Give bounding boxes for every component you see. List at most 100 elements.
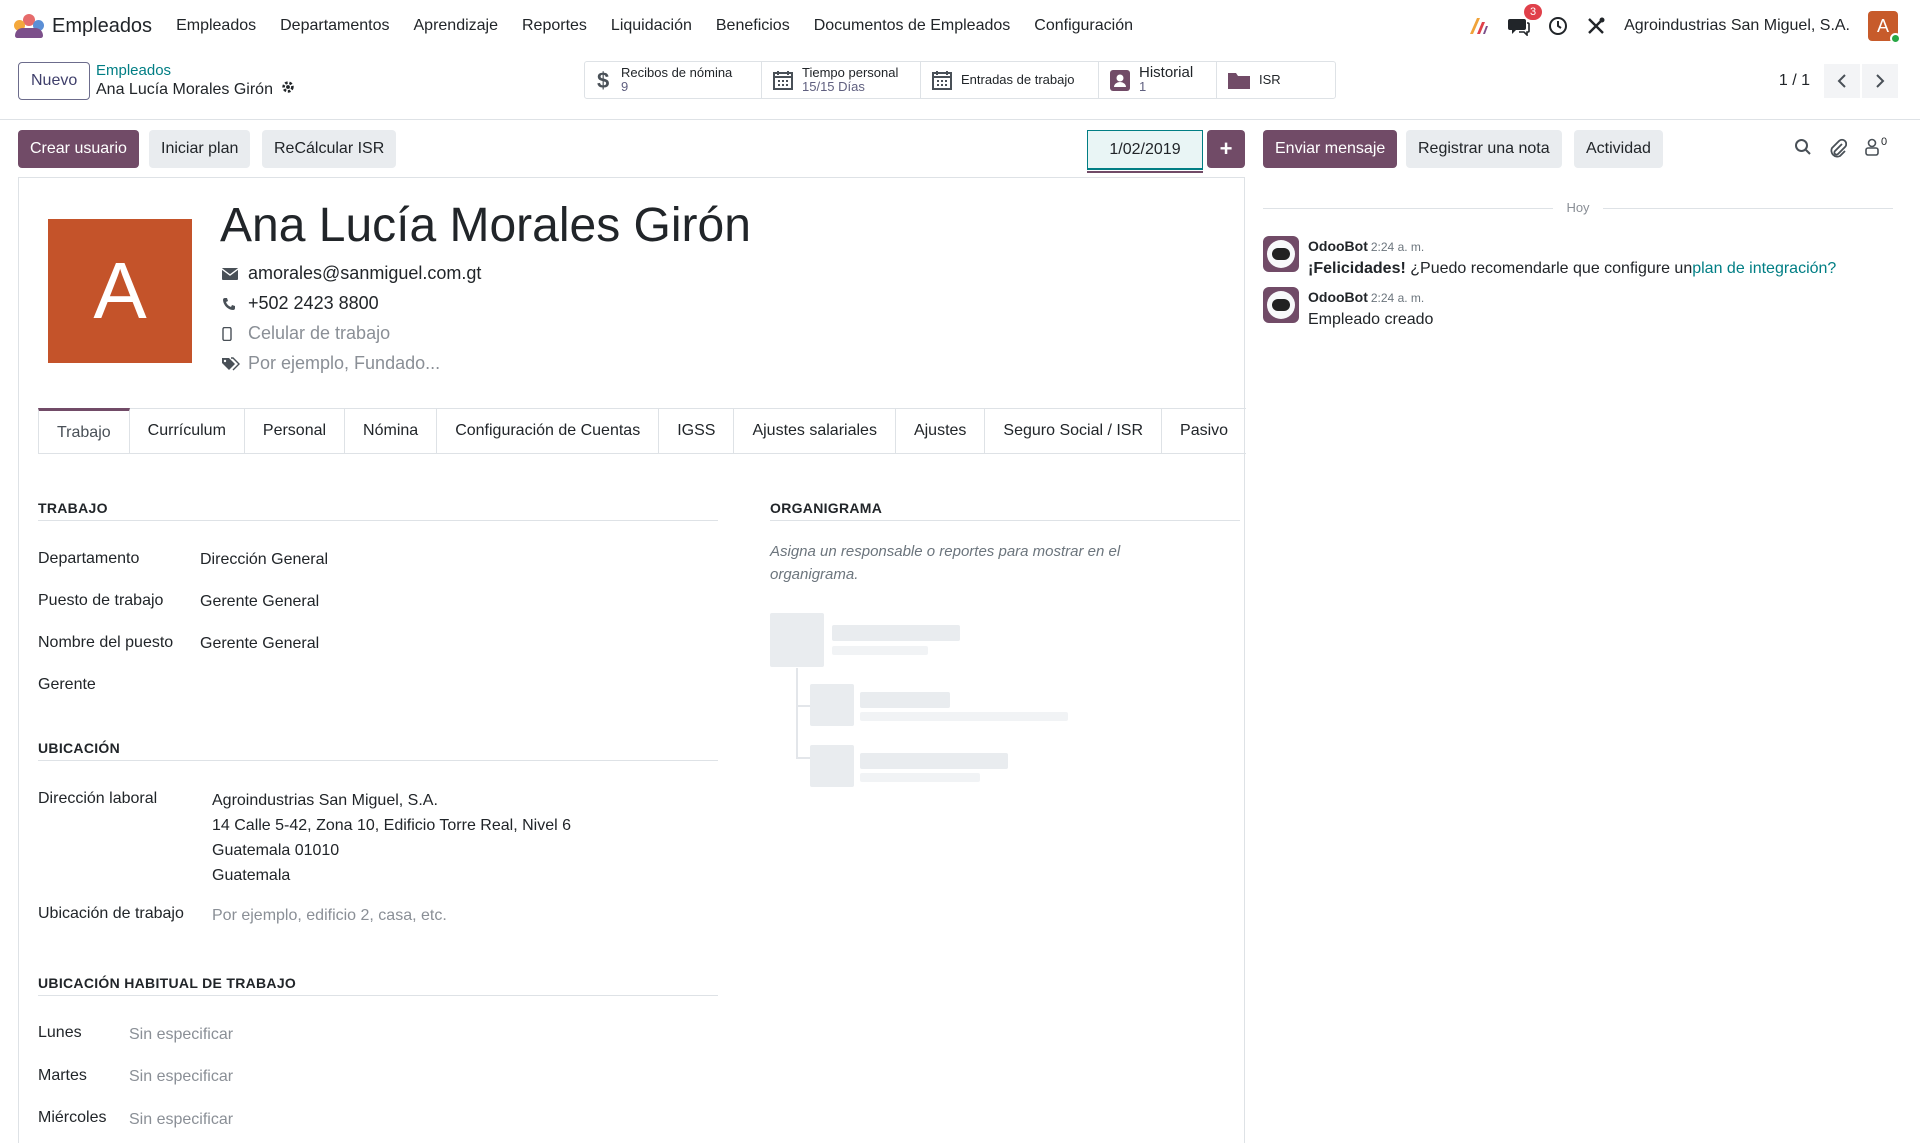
menu-item-departamentos[interactable]: Departamentos <box>268 17 401 35</box>
department-field[interactable]: Dirección General <box>200 551 328 569</box>
job-position-field[interactable]: Gerente General <box>200 593 319 611</box>
tab-pasivo[interactable]: Pasivo <box>1162 408 1246 453</box>
app-name: Empleados <box>52 14 153 37</box>
user-avatar-initial: A <box>1876 15 1889 36</box>
tab-seguro-social-isr[interactable]: Seguro Social / ISR <box>985 408 1163 453</box>
activity-button[interactable]: Actividad <box>1574 130 1663 168</box>
chevron-right-icon <box>1876 74 1885 88</box>
job-title-field[interactable]: Gerente General <box>200 635 319 653</box>
tab-ajustes[interactable]: Ajustes <box>895 408 986 453</box>
messages-icon[interactable]: 3 <box>1508 4 1543 36</box>
employee-avatar[interactable]: A <box>48 219 192 363</box>
breadcrumb-parent[interactable]: Empleados <box>96 62 295 80</box>
pager-previous-button[interactable] <box>1824 64 1860 98</box>
manager-label: Gerente <box>38 676 96 693</box>
tab-trabajo[interactable]: Trabajo <box>38 408 130 453</box>
phone-field[interactable]: +502 2423 8800 <box>248 293 379 314</box>
pager-next-button[interactable] <box>1862 64 1898 98</box>
time-off-smart-button[interactable]: Tiempo personal 15/15 Días <box>762 62 921 98</box>
tab-configuracion-cuentas[interactable]: Configuración de Cuentas <box>437 408 660 453</box>
department-label: Departamento <box>38 550 140 567</box>
history-smart-button[interactable]: Historial 1 <box>1099 62 1217 98</box>
payslips-smart-button[interactable]: $ Recibos de nómina 9 <box>585 62 762 98</box>
history-count: 1 <box>1139 79 1147 94</box>
message-time: 2:24 a. m. <box>1370 291 1425 305</box>
tools-icon[interactable] <box>1586 16 1606 36</box>
menu-item-aprendizaje[interactable]: Aprendizaje <box>402 17 511 35</box>
day-label-monday: Lunes <box>38 1024 82 1041</box>
tab-ajustes-salariales[interactable]: Ajustes salariales <box>734 408 896 453</box>
followers-count: 0 <box>1881 136 1888 148</box>
day-location-wednesday[interactable]: Sin especificar <box>129 1111 233 1129</box>
author-name[interactable]: OdooBot <box>1308 289 1368 305</box>
menu-item-beneficios[interactable]: Beneficios <box>704 17 802 35</box>
recalculate-isr-button[interactable]: ReCálcular ISR <box>262 130 397 168</box>
mobile-field[interactable]: Celular de trabajo <box>248 323 390 344</box>
mobile-icon <box>222 326 244 341</box>
svg-text:$: $ <box>597 68 609 92</box>
work-entries-smart-button[interactable]: Entradas de trabajo <box>921 62 1099 98</box>
date-field[interactable]: 1/02/2019 <box>1087 130 1203 170</box>
breadcrumb-current: Ana Lucía Morales Girón <box>96 80 295 100</box>
app-brand[interactable]: Empleados <box>14 14 152 38</box>
isr-smart-button[interactable]: ISR <box>1217 62 1335 98</box>
employee-name[interactable]: Ana Lucía Morales Girón <box>220 198 751 253</box>
tab-personal[interactable]: Personal <box>244 408 346 453</box>
location-section-title: UBICACIÓN <box>38 740 121 756</box>
gear-icon[interactable] <box>281 80 295 100</box>
log-note-button[interactable]: Registrar una nota <box>1406 130 1562 168</box>
clock-icon[interactable] <box>1548 16 1568 36</box>
email-field[interactable]: amorales@sanmiguel.com.gt <box>248 263 481 284</box>
employee-form-sheet: A Ana Lucía Morales Girón amorales@sanmi… <box>18 177 1246 1143</box>
pager-value[interactable]: 1 / 1 <box>1779 72 1810 90</box>
create-user-button[interactable]: Crear usuario <box>18 130 139 168</box>
add-button[interactable]: + <box>1207 130 1245 168</box>
company-switcher[interactable]: Agroindustrias San Miguel, S.A. <box>1624 17 1850 35</box>
calendar-icon <box>772 69 794 91</box>
address-line: Guatemala <box>212 867 291 884</box>
section-divider <box>770 520 1240 521</box>
day-location-tuesday[interactable]: Sin especificar <box>129 1068 233 1086</box>
paperclip-icon[interactable] <box>1829 138 1847 158</box>
tags-field[interactable]: Por ejemplo, Fundado... <box>248 353 440 374</box>
author-name[interactable]: OdooBot <box>1308 238 1368 254</box>
phone-row: +502 2423 8800 <box>222 293 379 314</box>
envelope-icon <box>222 267 244 280</box>
time-off-value: 15/15 Días <box>802 79 865 94</box>
search-icon[interactable] <box>1794 138 1812 156</box>
tab-igss[interactable]: IGSS <box>659 408 735 453</box>
tab-curriculum[interactable]: Currículum <box>129 408 245 453</box>
menu-item-liquidacion[interactable]: Liquidación <box>599 17 704 35</box>
address-line: 14 Calle 5-42, Zona 10, Edificio Torre R… <box>212 817 571 834</box>
menu-item-documentos[interactable]: Documentos de Empleados <box>802 17 1023 35</box>
section-divider <box>38 760 718 761</box>
message-author: OdooBot 2:24 a. m. <box>1308 238 1424 254</box>
messages-badge: 3 <box>1523 4 1543 20</box>
user-avatar[interactable]: A <box>1868 11 1901 44</box>
tab-nomina[interactable]: Nómina <box>345 408 438 453</box>
folder-icon <box>1227 70 1251 90</box>
start-plan-button[interactable]: Iniciar plan <box>149 130 251 168</box>
send-message-button[interactable]: Enviar mensaje <box>1263 130 1398 168</box>
ai-icon[interactable] <box>1468 16 1490 36</box>
onboarding-plan-link[interactable]: plan de integración? <box>1692 260 1836 277</box>
today-separator: Hoy <box>1263 198 1893 218</box>
message-bold-text: ¡Felicidades! <box>1308 260 1406 277</box>
menu-item-reportes[interactable]: Reportes <box>510 17 599 35</box>
menu-item-configuracion[interactable]: Configuración <box>1022 17 1145 35</box>
isr-label: ISR <box>1259 72 1281 87</box>
message-body: Empleado creado <box>1308 311 1434 328</box>
menu-item-empleados[interactable]: Empleados <box>164 17 268 35</box>
job-title-label: Nombre del puesto <box>38 634 174 651</box>
form-tabs: Trabajo Currículum Personal Nómina Confi… <box>38 408 1246 454</box>
work-address-field[interactable]: Agroindustrias San Miguel, S.A. 14 Calle… <box>212 788 571 888</box>
new-button[interactable]: Nuevo <box>18 62 91 100</box>
payslips-count: 9 <box>621 79 629 94</box>
followers-button[interactable]: 0 <box>1864 136 1888 156</box>
job-position-label: Puesto de trabajo <box>38 592 164 609</box>
work-location-field[interactable]: Por ejemplo, edificio 2, casa, etc. <box>212 907 447 925</box>
day-location-monday[interactable]: Sin especificar <box>129 1026 233 1044</box>
control-panel: Nuevo Empleados Ana Lucía Morales Girón … <box>0 52 1920 120</box>
day-label-tuesday: Martes <box>38 1067 87 1084</box>
calendar-icon <box>931 69 953 91</box>
